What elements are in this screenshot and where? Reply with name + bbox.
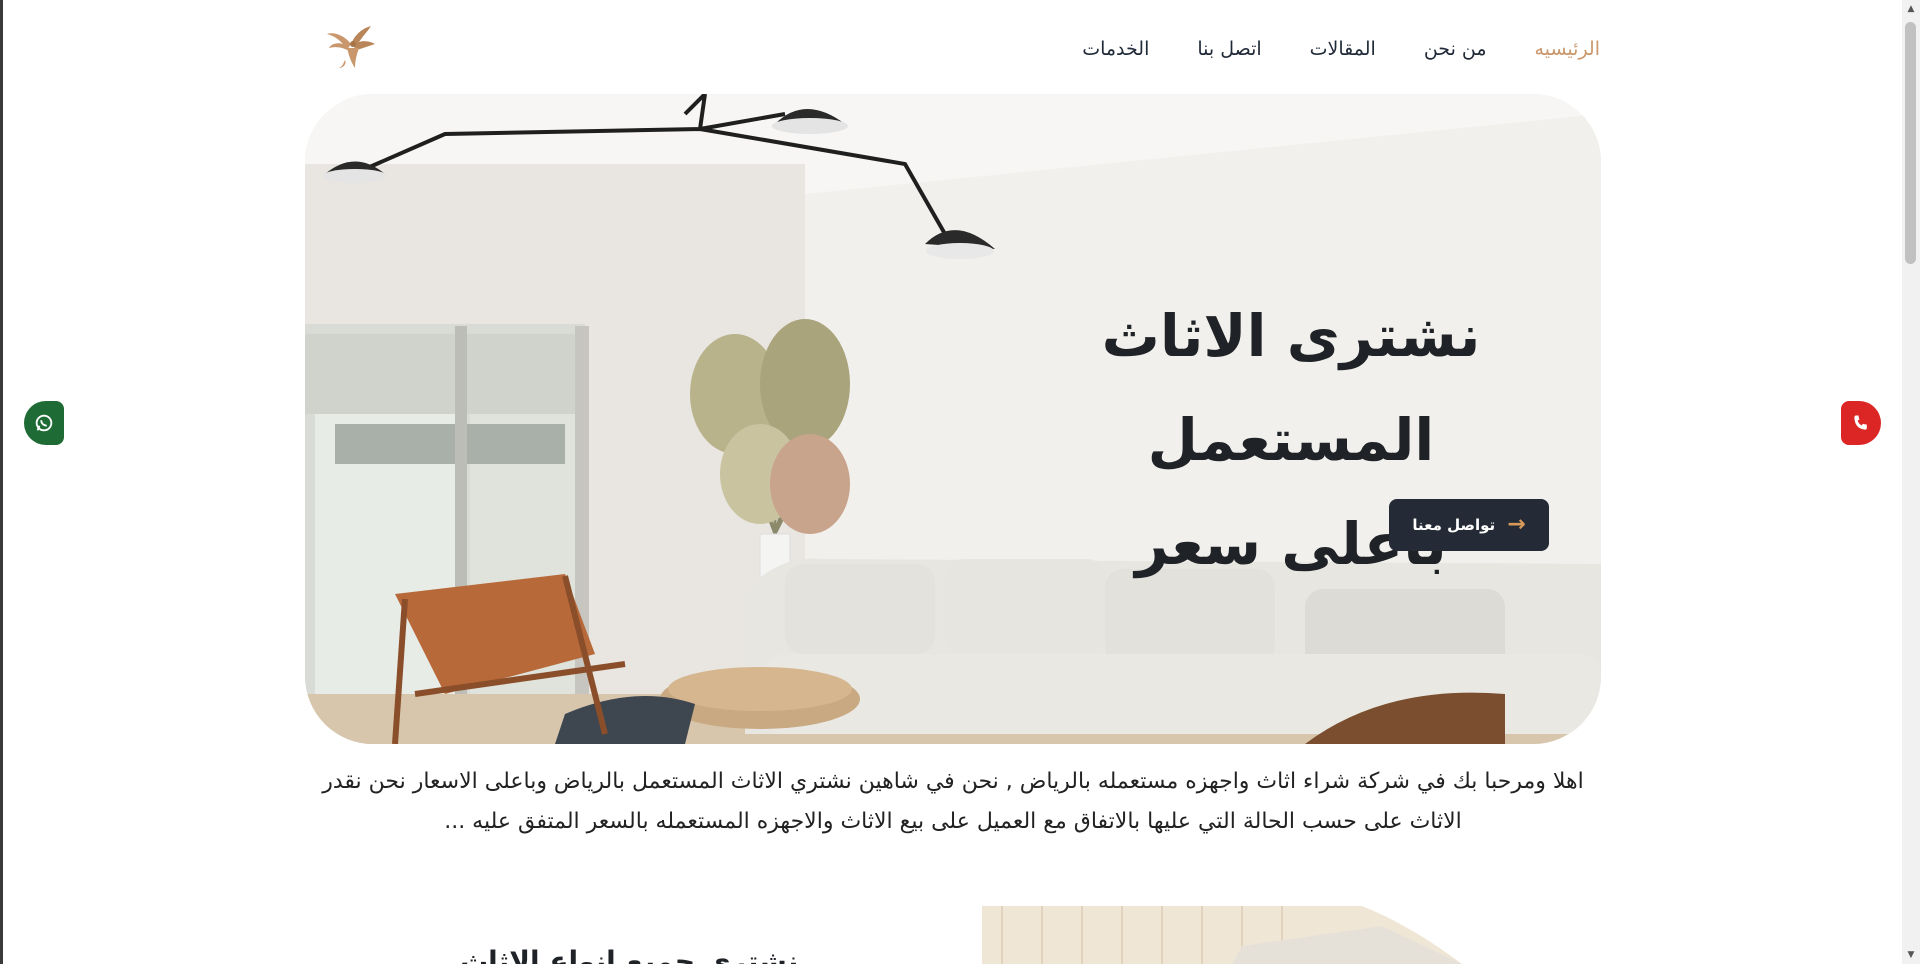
scroll-down-arrow-icon[interactable]: ▼ [1906, 950, 1916, 960]
nav-item-home[interactable]: الرئيسيه [1535, 38, 1600, 60]
scrollbar-thumb[interactable] [1905, 22, 1916, 264]
contact-us-button[interactable]: → تواصل معنا [1389, 499, 1549, 551]
section-image [982, 906, 1462, 964]
whatsapp-button[interactable] [24, 401, 64, 445]
arrow-left-icon: → [1507, 512, 1526, 537]
eagle-logo-icon[interactable] [325, 24, 377, 72]
site-header: الرئيسيه من نحن المقالات اتصل بنا الخدما… [305, 18, 1600, 80]
nav-item-about[interactable]: من نحن [1424, 38, 1487, 60]
nav-item-contact[interactable]: اتصل بنا [1197, 38, 1261, 60]
whatsapp-icon [35, 414, 53, 432]
hero-banner: نشترى الاثاث المستعمل باعلى سعر → تواصل … [305, 94, 1601, 744]
main-nav: الرئيسيه من نحن المقالات اتصل بنا الخدما… [1082, 38, 1600, 60]
section-title: نشتري جميع انواع الاثاث [460, 945, 799, 964]
scroll-up-arrow-icon[interactable]: ▲ [1906, 4, 1916, 14]
contact-us-label: تواصل معنا [1412, 516, 1496, 534]
nav-item-services[interactable]: الخدمات [1082, 38, 1149, 60]
phone-icon [1854, 415, 1867, 430]
phone-button[interactable] [1841, 401, 1881, 445]
intro-paragraph: اهلا ومرحبا بك في شركة شراء اثاث واجهزه … [322, 769, 1584, 834]
hero-title-line1: نشترى الاثاث المستعمل [1101, 302, 1481, 474]
window-edge [0, 0, 3, 964]
nav-item-articles[interactable]: المقالات [1310, 38, 1376, 60]
